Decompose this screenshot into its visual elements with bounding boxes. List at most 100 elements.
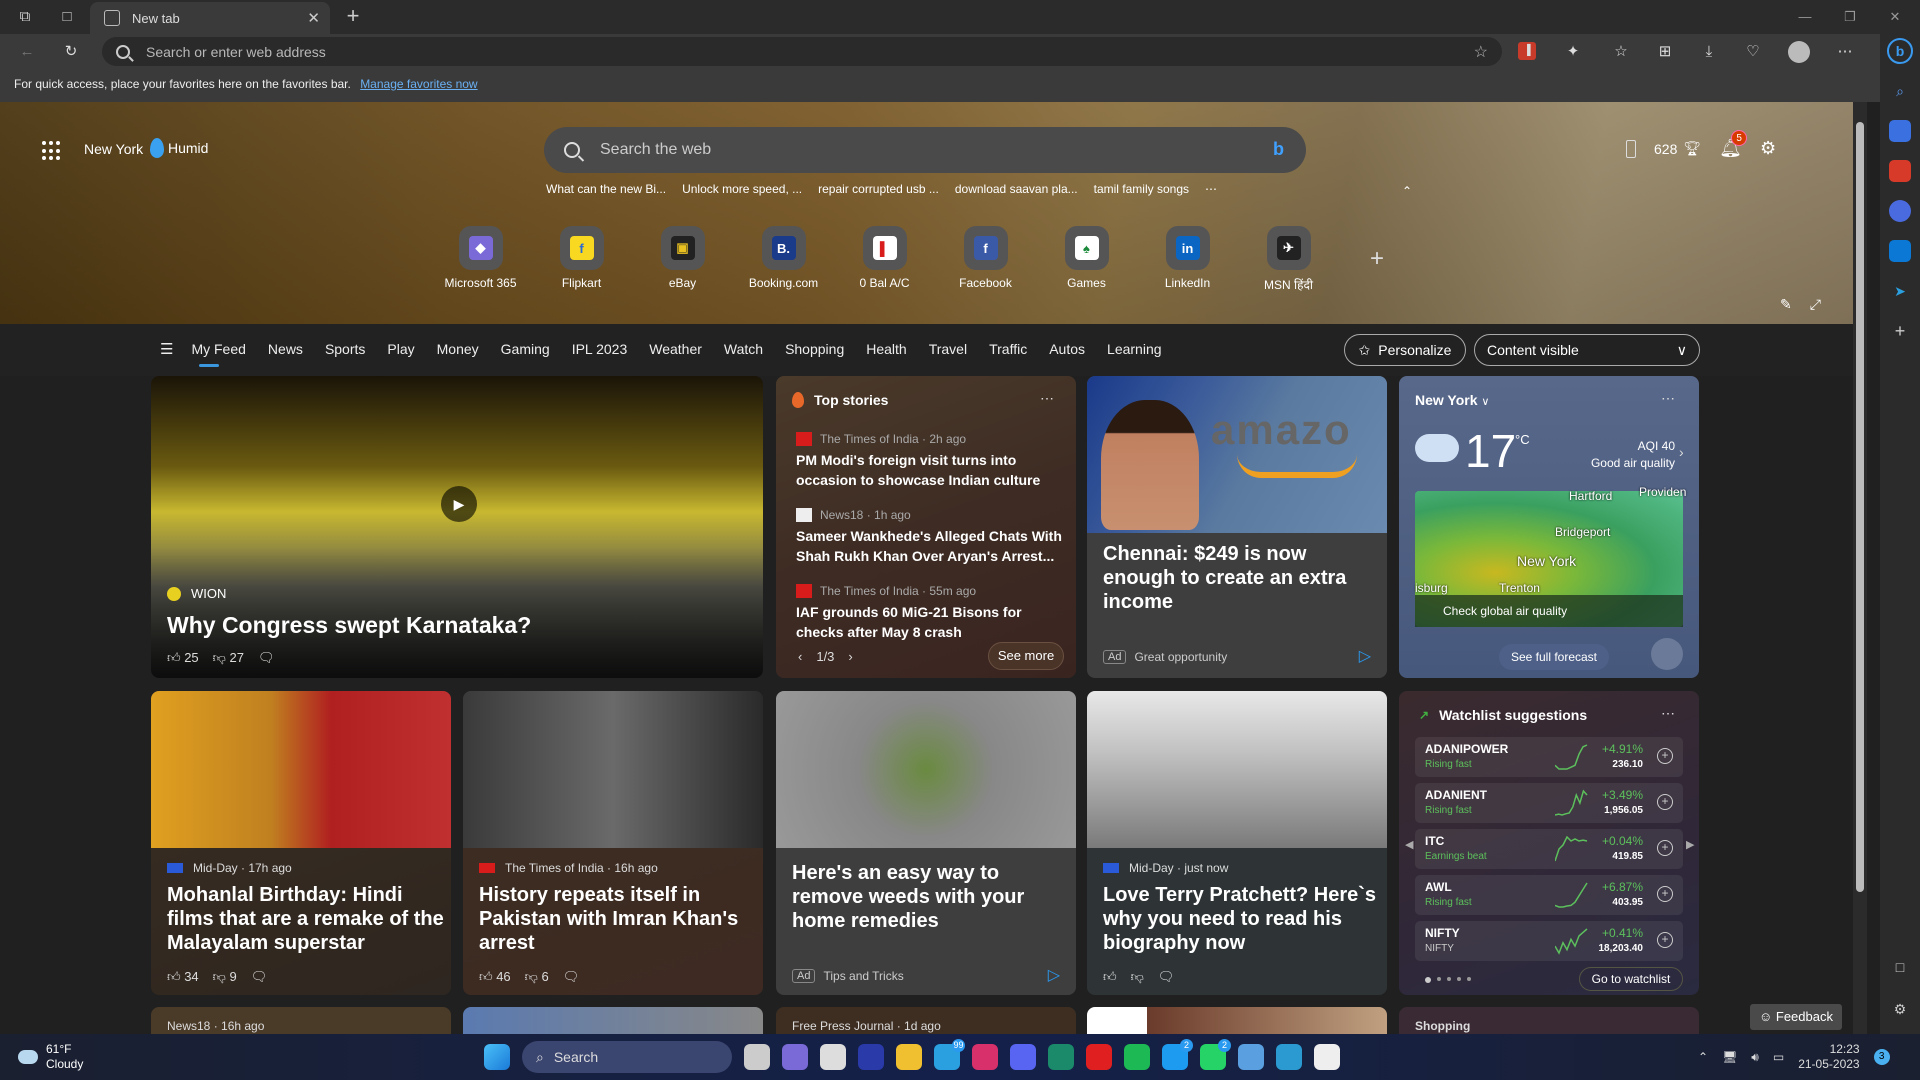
play-icon[interactable]: ▶ xyxy=(441,486,477,522)
dislike-button[interactable]: 👎︎ 9 xyxy=(213,969,237,985)
taskbar-search[interactable]: ⌕ Search xyxy=(522,1041,732,1073)
quick-link-microsoft-365[interactable]: ◆ Microsoft 365 xyxy=(430,226,531,293)
discord-icon[interactable] xyxy=(1010,1044,1036,1070)
ad-card[interactable]: Here's an easy way to remove weeds with … xyxy=(776,691,1076,995)
news-card-peek[interactable]: News18 · 16h ago xyxy=(151,1007,451,1035)
video-title[interactable]: Why Congress swept Karnataka? xyxy=(167,612,531,639)
tab-new-tab[interactable]: New tab ✕ xyxy=(90,2,330,34)
shopping-card-peek[interactable]: Shopping xyxy=(1399,1007,1699,1035)
adchoices-icon[interactable]: ▷ xyxy=(1359,646,1371,666)
volume-icon[interactable]: 🔊︎ xyxy=(1751,1050,1759,1065)
image-info-icon[interactable]: ✎ xyxy=(1780,296,1792,313)
quick-link-ebay[interactable]: ▣ eBay xyxy=(632,226,733,293)
show-hidden-icons[interactable]: ⌃ xyxy=(1698,1050,1708,1064)
collections-icon[interactable]: ⊞ xyxy=(1654,41,1676,63)
file-explorer-icon[interactable] xyxy=(896,1044,922,1070)
check-air-quality-link[interactable]: Check global air quality xyxy=(1415,595,1683,627)
news-card[interactable]: Mid-Day · 17h ago Mohanlal Birthday: Hin… xyxy=(151,691,451,995)
trending-item[interactable]: Unlock more speed, ... xyxy=(682,182,802,196)
task-view-icon[interactable] xyxy=(744,1044,770,1070)
new-tab-button[interactable]: + xyxy=(340,4,366,30)
instagram-icon[interactable] xyxy=(972,1044,998,1070)
tab-travel[interactable]: Travel xyxy=(929,341,967,357)
add-sidebar-app-icon[interactable]: + xyxy=(1889,320,1911,342)
watchlist-row[interactable]: ADANIPOWER Rising fast +4.91% 236.10 + xyxy=(1415,737,1683,777)
quick-link-games[interactable]: ♠ Games xyxy=(1036,226,1137,293)
comment-icon[interactable]: 🗨︎ xyxy=(258,650,275,666)
profile-icon[interactable] xyxy=(1788,41,1810,63)
carousel-prev-icon[interactable]: ◀ xyxy=(1405,838,1413,851)
ad-title[interactable]: Chennai: $249 is now enough to create an… xyxy=(1103,542,1373,614)
manage-favorites-link[interactable]: Manage favorites now xyxy=(360,77,477,91)
downloads-icon[interactable]: ⤓ xyxy=(1698,41,1720,63)
tab-money[interactable]: Money xyxy=(437,341,479,357)
rewards-points[interactable]: 628 xyxy=(1654,141,1677,157)
news-card[interactable]: The Times of India · 16h ago History rep… xyxy=(463,691,763,995)
featured-video-card[interactable]: ▶ WION Why Congress swept Karnataka? 👍︎ … xyxy=(151,376,763,678)
outlook-icon[interactable] xyxy=(1889,240,1911,262)
workspaces-icon[interactable]: ⧉ xyxy=(14,6,36,28)
address-bar[interactable]: Search or enter web address ☆ xyxy=(102,37,1502,66)
quick-link-booking-com[interactable]: B. Booking.com xyxy=(733,226,834,293)
comment-icon[interactable]: 🗨︎ xyxy=(251,969,268,985)
bing-icon[interactable]: b xyxy=(1273,139,1284,160)
twitter-icon[interactable]: 2 xyxy=(1162,1039,1193,1070)
dislike-button[interactable]: 👎︎ 27 xyxy=(213,650,244,666)
go-to-watchlist-button[interactable]: Go to watchlist xyxy=(1579,967,1683,991)
feedback-button[interactable]: ☺ Feedback xyxy=(1750,1004,1842,1030)
trending-item[interactable]: What can the new Bi... xyxy=(546,182,666,196)
watchlist-row[interactable]: ITC Earnings beat +0.04% 419.85 + xyxy=(1415,829,1683,869)
more-options-icon[interactable]: ⋯ xyxy=(1661,705,1676,722)
top-story-item[interactable]: The Times of India · 2h ago PM Modi's for… xyxy=(796,432,1066,490)
telegram-icon[interactable]: 99 xyxy=(934,1039,965,1070)
notification-center-badge[interactable]: 3 xyxy=(1873,1049,1890,1065)
rewards-trophy-icon[interactable]: 🏆︎ xyxy=(1683,140,1701,157)
see-more-button[interactable]: See more xyxy=(988,642,1064,670)
app-blue-icon[interactable] xyxy=(858,1044,884,1070)
more-icon[interactable]: ⋯ xyxy=(1834,41,1856,63)
quick-link-facebook[interactable]: f Facebook xyxy=(935,226,1036,293)
news-title[interactable]: Love Terry Pratchett? Here`s why you nee… xyxy=(1103,883,1383,955)
dislike-button[interactable]: 👎︎ xyxy=(1131,969,1144,985)
add-to-watchlist-icon[interactable]: + xyxy=(1657,794,1673,810)
quick-link-0-bal-a-c[interactable]: ▌ 0 Bal A/C xyxy=(834,226,935,293)
network-icon[interactable]: 🖥︎ xyxy=(1722,1050,1737,1064)
tab-health[interactable]: Health xyxy=(866,341,906,357)
weather-map[interactable]: Hartford Providen Bridgeport New York Tr… xyxy=(1415,485,1686,627)
news-title[interactable]: History repeats itself in Pakistan with … xyxy=(479,883,759,955)
bing-chat-icon[interactable]: b xyxy=(1887,38,1913,64)
back-icon[interactable]: ← xyxy=(16,41,38,63)
watchlist-row[interactable]: NIFTY NIFTY +0.41% 18,203.40 + xyxy=(1415,921,1683,961)
tools-icon[interactable] xyxy=(1889,160,1911,182)
tab-my-feed[interactable]: My Feed xyxy=(191,341,246,367)
microsoft-store-icon[interactable] xyxy=(820,1044,846,1070)
like-button[interactable]: 👍︎ 25 xyxy=(167,650,199,666)
prev-icon[interactable]: ‹ xyxy=(798,649,802,664)
top-story-item[interactable]: The Times of India · 55m ago IAF grounds … xyxy=(796,584,1066,642)
quick-link-linkedin[interactable]: in LinkedIn xyxy=(1137,226,1238,293)
content-visibility-dropdown[interactable]: Content visible ∨ xyxy=(1474,334,1700,366)
tab-autos[interactable]: Autos xyxy=(1049,341,1085,357)
hide-sidebar-icon[interactable]: □ xyxy=(1889,956,1911,978)
like-button[interactable]: 👍︎ xyxy=(1103,969,1117,985)
tab-news[interactable]: News xyxy=(268,341,303,357)
tab-sports[interactable]: Sports xyxy=(325,341,365,357)
close-tab-icon[interactable]: ✕ xyxy=(307,9,320,27)
browser-essentials-icon[interactable]: ♡ xyxy=(1742,41,1764,63)
games-icon[interactable] xyxy=(1889,200,1911,222)
adchoices-icon[interactable]: ▷ xyxy=(1048,965,1060,985)
clock[interactable]: 12:23 21-05-2023 xyxy=(1798,1042,1859,1072)
next-icon[interactable]: › xyxy=(848,649,852,664)
like-button[interactable]: 👍︎ 46 xyxy=(479,969,511,985)
news-card[interactable]: Mid-Day · just now Love Terry Pratchett?… xyxy=(1087,691,1387,995)
add-to-watchlist-icon[interactable]: + xyxy=(1657,932,1673,948)
phone-icon[interactable] xyxy=(1626,139,1636,158)
trending-item[interactable]: download saavan pla... xyxy=(955,182,1078,196)
more-options-icon[interactable]: ⋯ xyxy=(1040,390,1055,407)
ad-title[interactable]: Here's an easy way to remove weeds with … xyxy=(792,861,1062,933)
refresh-icon[interactable]: ↻ xyxy=(60,41,82,63)
news-title[interactable]: Mohanlal Birthday: Hindi films that are … xyxy=(167,883,447,955)
weather-city[interactable]: New York ∨ xyxy=(1415,392,1489,408)
add-to-watchlist-icon[interactable]: + xyxy=(1657,748,1673,764)
favorites-icon[interactable]: ☆ xyxy=(1610,41,1632,63)
